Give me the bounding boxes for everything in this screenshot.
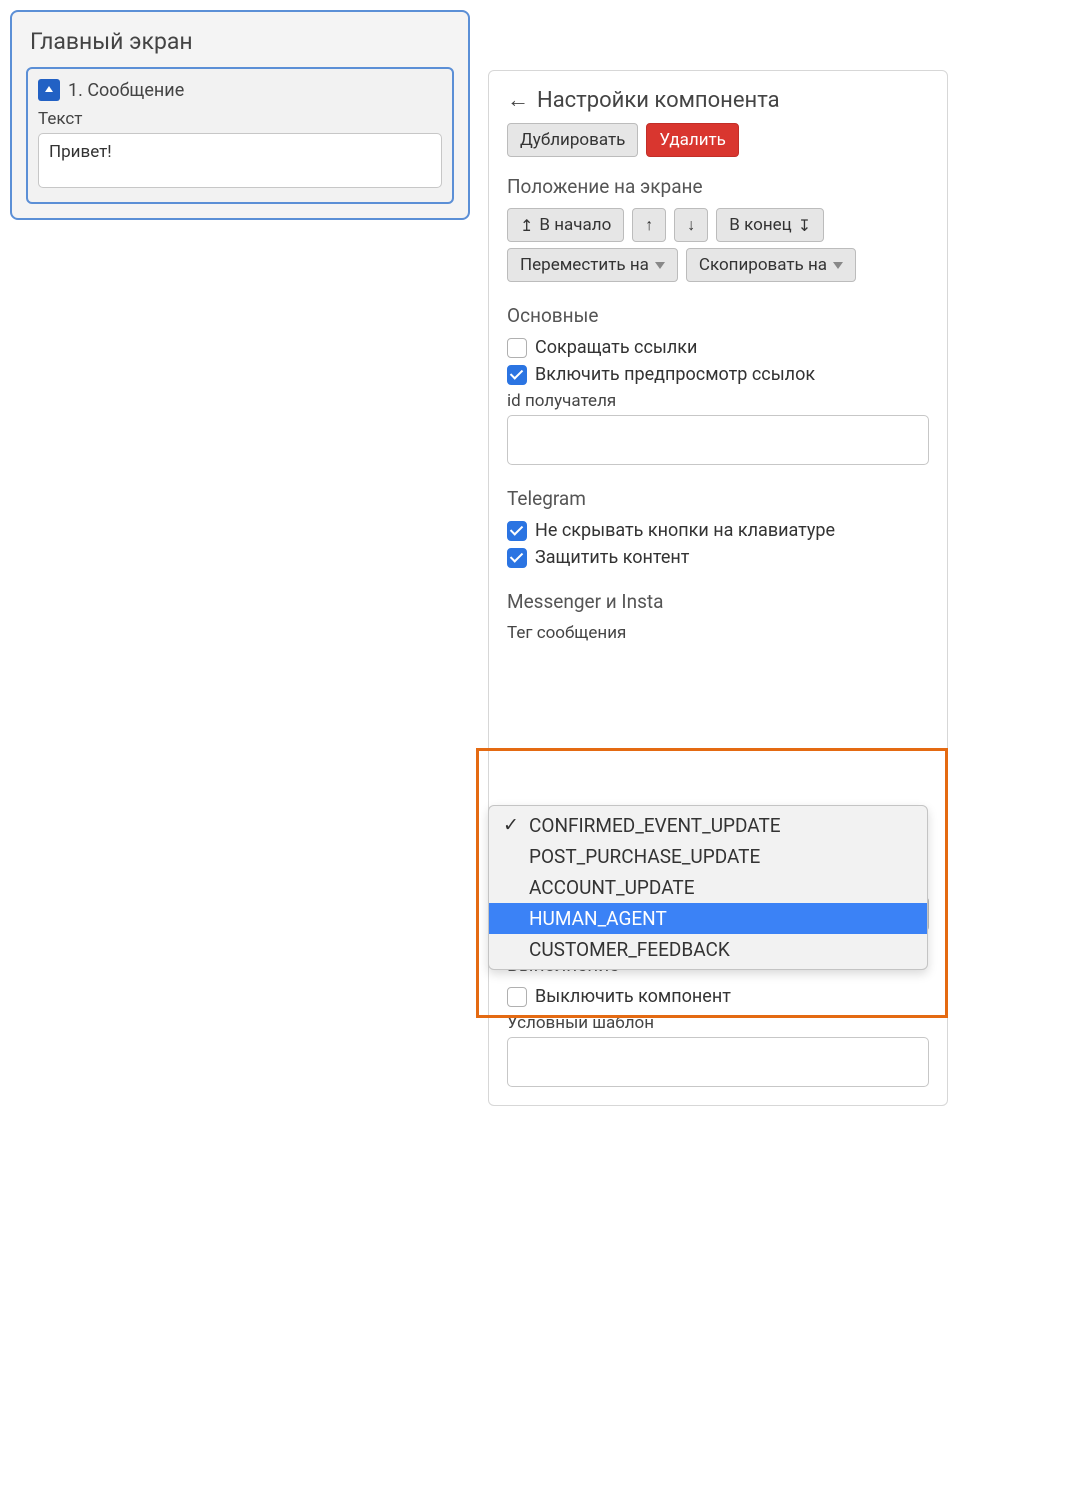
screen-title: Главный экран	[30, 28, 454, 55]
position-heading: Положение на экране	[507, 175, 929, 198]
move-to-button[interactable]: Переместить на	[507, 248, 678, 282]
screen-panel: Главный экран 1. Сообщение Текст Привет!	[10, 10, 470, 220]
dropdown-option[interactable]: CUSTOMER_FEEDBACK	[489, 934, 927, 965]
dropdown-option[interactable]: CONFIRMED_EVENT_UPDATE	[489, 810, 927, 841]
message-card[interactable]: 1. Сообщение Текст Привет!	[26, 67, 454, 204]
checkbox-icon	[507, 365, 527, 385]
protect-content-checkbox[interactable]: Защитить контент	[507, 547, 929, 568]
tag-label: Тег сообщения	[507, 623, 929, 643]
checkbox-label: Включить предпросмотр ссылок	[535, 364, 815, 385]
to-end-button[interactable]: В конец ↧	[716, 208, 824, 242]
arrow-up-icon: ↑	[645, 215, 653, 235]
delete-button[interactable]: Удалить	[646, 123, 739, 157]
message-icon	[38, 79, 60, 101]
telegram-heading: Telegram	[507, 487, 929, 510]
recipient-id-input[interactable]	[507, 415, 929, 465]
checkbox-label: Не скрывать кнопки на клавиатуре	[535, 520, 835, 541]
copy-to-button[interactable]: Скопировать на	[686, 248, 856, 282]
checkbox-icon	[507, 521, 527, 541]
message-text-input[interactable]: Привет!	[38, 133, 442, 188]
text-label: Текст	[38, 109, 442, 129]
message-title: 1. Сообщение	[68, 80, 184, 101]
move-down-button[interactable]: ↓	[674, 208, 708, 242]
settings-title: Настройки компонента	[537, 88, 780, 113]
checkbox-label: Сокращать ссылки	[535, 337, 697, 358]
checkbox-label: Выключить компонент	[535, 986, 731, 1007]
checkbox-label: Защитить контент	[535, 547, 689, 568]
disable-component-checkbox[interactable]: Выключить компонент	[507, 986, 929, 1007]
arrow-down-icon: ↓	[687, 215, 695, 235]
arrow-up-bar-icon: ↥	[520, 216, 533, 235]
dropdown-option[interactable]: HUMAN_AGENT	[489, 903, 927, 934]
keep-buttons-checkbox[interactable]: Не скрывать кнопки на клавиатуре	[507, 520, 929, 541]
checkbox-icon	[507, 338, 527, 358]
move-up-button[interactable]: ↑	[632, 208, 666, 242]
to-start-button[interactable]: ↥ В начало	[507, 208, 624, 242]
dropdown-option[interactable]: POST_PURCHASE_UPDATE	[489, 841, 927, 872]
checkbox-icon	[507, 548, 527, 568]
checkbox-icon	[507, 987, 527, 1007]
duplicate-button[interactable]: Дублировать	[507, 123, 638, 157]
shorten-links-checkbox[interactable]: Сокращать ссылки	[507, 337, 929, 358]
back-arrow-icon[interactable]: ←	[507, 87, 529, 113]
template-input[interactable]	[507, 1037, 929, 1087]
message-tag-dropdown[interactable]: CONFIRMED_EVENT_UPDATEPOST_PURCHASE_UPDA…	[488, 805, 928, 970]
template-label: Условный шаблон	[507, 1013, 929, 1033]
recipient-id-label: id получателя	[507, 391, 929, 411]
arrow-down-bar-icon: ↧	[798, 216, 811, 235]
link-preview-checkbox[interactable]: Включить предпросмотр ссылок	[507, 364, 929, 385]
chevron-down-icon	[833, 262, 843, 269]
messenger-heading: Messenger и Insta	[507, 590, 929, 613]
chevron-down-icon	[655, 262, 665, 269]
dropdown-option[interactable]: ACCOUNT_UPDATE	[489, 872, 927, 903]
main-heading: Основные	[507, 304, 929, 327]
